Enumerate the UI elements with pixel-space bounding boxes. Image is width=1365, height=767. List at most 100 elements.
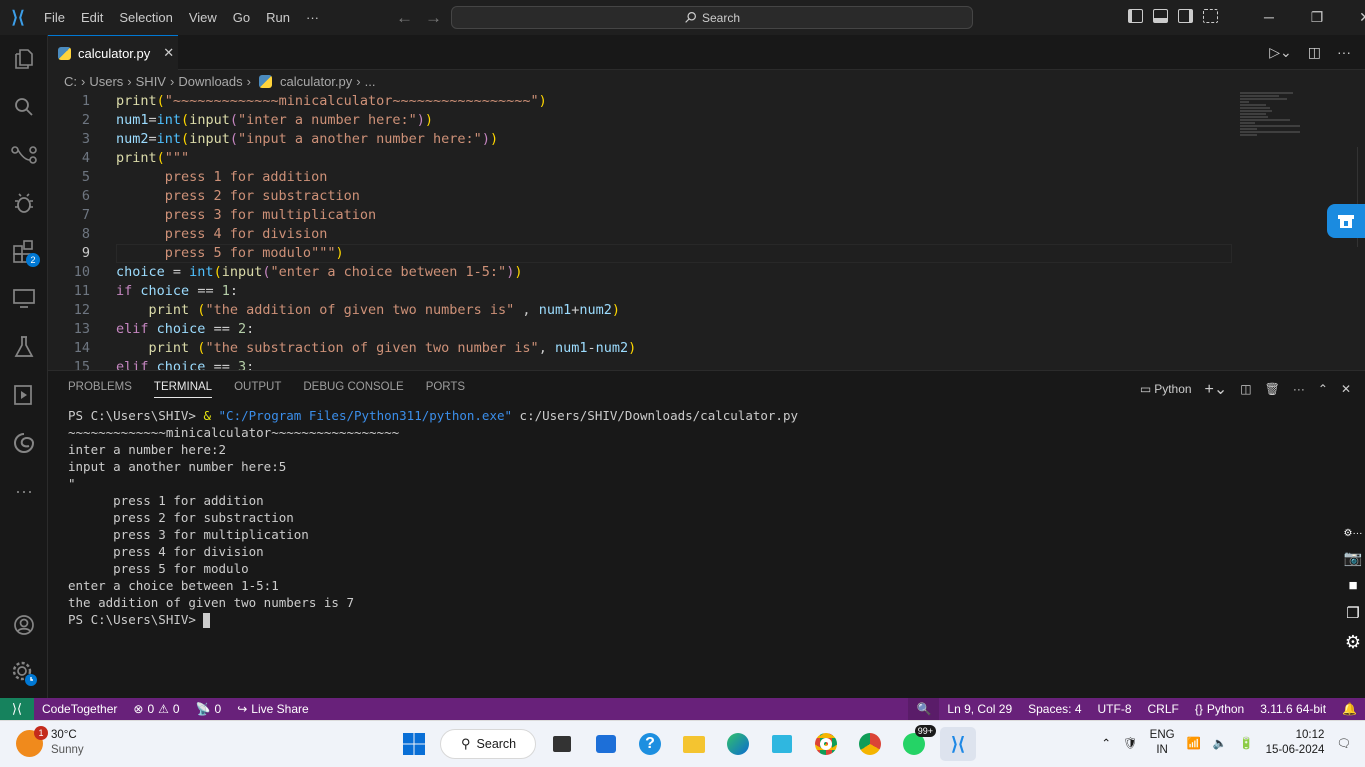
accounts-icon[interactable] — [0, 601, 48, 649]
battery-icon[interactable]: 🔋 — [1239, 736, 1253, 750]
testing-icon[interactable] — [0, 323, 48, 371]
encoding[interactable]: UTF-8 — [1090, 702, 1140, 716]
menu-selection[interactable]: Selection — [111, 0, 180, 35]
taskbar-search[interactable]: ⚲ Search — [440, 729, 536, 759]
code-line[interactable]: 1 print("~~~~~~~~~~~~~minicalculator~~~~~… — [48, 92, 1228, 111]
indentation[interactable]: Spaces: 4 — [1020, 702, 1089, 716]
codetogether-status[interactable]: CodeTogether — [34, 702, 125, 716]
code-line[interactable]: 15 elif choice == 3: — [48, 358, 1228, 370]
breadcrumb-downloads[interactable]: Downloads — [178, 74, 242, 89]
remote-indicator-icon[interactable]: ⟩⟨ — [0, 698, 34, 720]
toggle-secondary-sidebar-icon[interactable] — [1178, 9, 1193, 23]
menu-go[interactable]: Go — [225, 0, 258, 35]
more-panel-actions-icon[interactable]: ··· — [1293, 382, 1305, 396]
settings-dots-icon[interactable]: ⚙··· — [1344, 528, 1363, 539]
start-windows-icon[interactable] — [396, 727, 432, 761]
search-view-icon[interactable] — [0, 83, 48, 131]
ports-status[interactable]: 📡 0 — [188, 702, 230, 716]
explorer-icon[interactable] — [0, 35, 48, 83]
run-python-file-icon[interactable]: ▷⌄ — [1269, 44, 1292, 61]
extensions-icon[interactable]: 2 — [0, 227, 48, 275]
whiteboard-icon[interactable] — [764, 727, 800, 761]
breadcrumb-users[interactable]: Users — [89, 74, 123, 89]
code-line[interactable]: 12 print ("the addition of given two num… — [48, 301, 1228, 320]
floating-extension-button[interactable] — [1327, 204, 1365, 238]
code-line[interactable]: 8 press 4 for division — [48, 225, 1228, 244]
breadcrumb-drive[interactable]: C: — [64, 74, 77, 89]
menu-edit[interactable]: Edit — [73, 0, 111, 35]
window-icon[interactable]: ❐ — [1346, 604, 1359, 622]
minimize-icon[interactable]: ─ — [1245, 0, 1293, 35]
code-line[interactable]: 7 press 3 for multiplication — [48, 206, 1228, 225]
gear-icon[interactable]: ⚙ — [1345, 632, 1361, 653]
back-arrow-icon[interactable]: ← — [396, 8, 413, 28]
kill-terminal-icon[interactable]: 🗑 — [1265, 382, 1280, 396]
menu-more[interactable]: ··· — [298, 0, 327, 35]
language-mode[interactable]: {} Python — [1187, 702, 1252, 716]
restore-icon[interactable]: ❐ — [1293, 0, 1341, 35]
close-tab-icon[interactable]: ✕ — [163, 45, 174, 61]
problems-status[interactable]: ⊗ 0 ⚠ 0 — [125, 702, 187, 716]
task-view-icon[interactable] — [544, 727, 580, 761]
code-line[interactable]: 2 num1=int(input("inter a number here:")) — [48, 111, 1228, 130]
language-indicator[interactable]: ENG IN — [1150, 728, 1175, 758]
toggle-panel-icon[interactable] — [1153, 9, 1168, 23]
command-center-search[interactable]: Search — [451, 6, 973, 29]
forward-arrow-icon[interactable]: → — [425, 8, 442, 28]
volume-icon[interactable]: 🔈 — [1213, 736, 1227, 750]
weather-widget[interactable]: 1 30°C Sunny — [16, 725, 84, 758]
chrome-profile-icon[interactable] — [852, 727, 888, 761]
breadcrumb-file[interactable]: calculator.py — [280, 74, 352, 89]
toggle-sidebar-icon[interactable] — [1128, 9, 1143, 23]
chrome-icon[interactable] — [808, 727, 844, 761]
zoom-icon[interactable]: 🔍 — [908, 698, 940, 720]
run-debug-icon[interactable] — [0, 179, 48, 227]
video-icon[interactable]: ■ — [1348, 577, 1357, 594]
show-hidden-icons-icon[interactable]: ⌃ — [1101, 736, 1111, 750]
code-line[interactable]: 14 print ("the substraction of given two… — [48, 339, 1228, 358]
tab-ports[interactable]: PORTS — [426, 381, 465, 398]
edge-devtools-icon[interactable] — [0, 419, 48, 467]
more-actions-icon[interactable]: ··· — [1337, 44, 1351, 61]
microsoft-store-icon[interactable] — [588, 727, 624, 761]
split-terminal-icon[interactable]: ◫ — [1240, 382, 1251, 396]
maximize-panel-icon[interactable]: ⌃ — [1318, 382, 1328, 396]
file-explorer-icon[interactable] — [676, 727, 712, 761]
edge-browser-icon[interactable] — [720, 727, 756, 761]
wifi-icon[interactable]: 📶 — [1187, 736, 1201, 750]
run-code-icon[interactable] — [0, 371, 48, 419]
menu-view[interactable]: View — [181, 0, 225, 35]
code-line[interactable]: 6 press 2 for substraction — [48, 187, 1228, 206]
cursor-position[interactable]: Ln 9, Col 29 — [939, 702, 1020, 716]
split-editor-icon[interactable]: ◫ — [1308, 44, 1321, 61]
new-terminal-icon[interactable]: +⌄ — [1205, 379, 1228, 399]
liveshare-status[interactable]: ↪ Live Share — [229, 702, 316, 716]
breadcrumb-shiv[interactable]: SHIV — [136, 74, 166, 89]
whatsapp-icon[interactable]: 99+ — [896, 725, 936, 761]
code-line[interactable]: 11 if choice == 1: — [48, 282, 1228, 301]
code-line[interactable]: 3 num2=int(input("input a another number … — [48, 130, 1228, 149]
menu-run[interactable]: Run — [258, 0, 298, 35]
manage-gear-icon[interactable] — [0, 649, 48, 697]
get-help-icon[interactable]: ? — [632, 727, 668, 761]
code-line[interactable]: 9 press 5 for modulo""") — [48, 244, 1228, 263]
tab-terminal[interactable]: TERMINAL — [153, 381, 213, 398]
menu-file[interactable]: File — [36, 0, 73, 35]
source-control-icon[interactable] — [0, 131, 48, 179]
end-of-line[interactable]: CRLF — [1140, 702, 1187, 716]
terminal-shell-label[interactable]: Python — [1154, 382, 1191, 396]
tab-output[interactable]: OUTPUT — [234, 381, 281, 398]
terminal-output[interactable]: PS C:\Users\SHIV> & "C:/Program Files/Py… — [68, 407, 798, 628]
code-line[interactable]: 4 print(""" — [48, 149, 1228, 168]
more-views-icon[interactable]: ··· — [0, 467, 48, 515]
notifications-bell-icon[interactable]: 🔔 — [1334, 702, 1365, 716]
notification-center-icon[interactable]: 🗨 — [1336, 736, 1351, 750]
tab-debug-console[interactable]: DEBUG CONSOLE — [303, 381, 403, 398]
close-window-icon[interactable]: ✕ — [1341, 0, 1365, 35]
code-line[interactable]: 10 choice = int(input("enter a choice bet… — [48, 263, 1228, 282]
minimap[interactable] — [1240, 92, 1310, 152]
breadcrumb-symbols[interactable]: ... — [365, 74, 376, 89]
remote-explorer-icon[interactable] — [0, 275, 48, 323]
tab-problems[interactable]: PROBLEMS — [68, 381, 132, 398]
code-editor[interactable]: 1 print("~~~~~~~~~~~~~minicalculator~~~~~… — [48, 92, 1365, 370]
